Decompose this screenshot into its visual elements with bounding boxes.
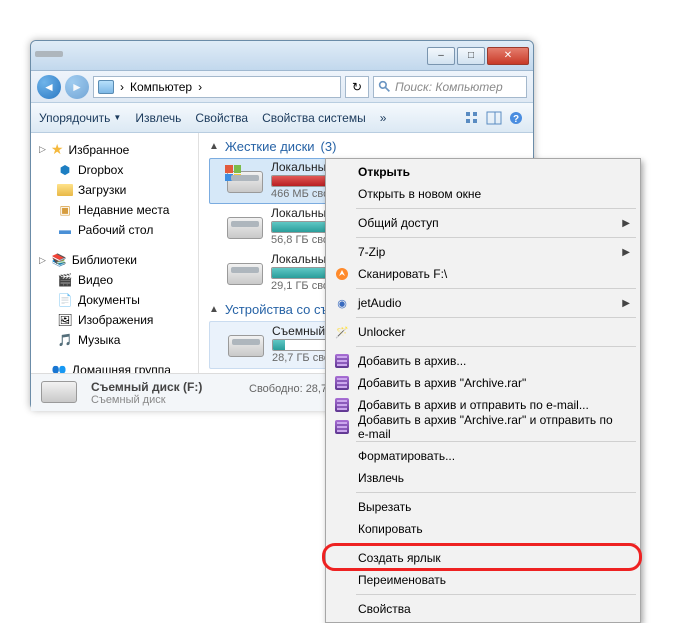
back-button[interactable]: ◄ [37,75,61,99]
extract-button[interactable]: Извлечь [135,111,181,125]
search-icon [378,80,391,93]
status-free-label: Свободно: [249,383,303,395]
breadcrumb-sep: › [198,80,202,94]
libraries-icon: 📚 [51,252,67,268]
status-subtitle: Съемный диск [91,394,202,406]
jetaudio-icon: ◉ [334,295,350,311]
computer-icon [98,80,114,94]
unlocker-icon: 🪄 [334,324,350,340]
rar-icon [334,419,350,435]
cm-rename[interactable]: Переименовать [328,569,638,591]
drive-icon [227,211,263,241]
cm-jetaudio[interactable]: ◉jetAudio▶ [328,292,638,314]
maximize-button[interactable]: □ [457,47,485,65]
rar-icon [334,353,350,369]
avast-icon [334,266,350,282]
cm-format[interactable]: Форматировать... [328,445,638,467]
cm-create-shortcut[interactable]: Создать ярлык [328,547,638,569]
preview-pane-button[interactable] [485,109,503,127]
recent-icon: ▣ [57,202,73,218]
video-icon: 🎬 [57,272,73,288]
cm-separator [356,237,636,238]
breadcrumb-sep: › [120,80,124,94]
properties-button[interactable]: Свойства [195,111,248,125]
sidebar-item-desktop[interactable]: ▬Рабочий стол [31,220,198,240]
cm-share[interactable]: Общий доступ▶ [328,212,638,234]
status-title: Съемный диск (F:) [91,380,202,394]
cm-scan[interactable]: Сканировать F:\ [328,263,638,285]
close-button[interactable]: ✕ [487,47,529,65]
sidebar-item-video[interactable]: 🎬Видео [31,270,198,290]
refresh-button[interactable]: ↻ [345,76,369,98]
status-drive-icon [41,379,81,407]
homegroup-header[interactable]: ▷👥Домашняя группа [31,360,198,373]
desktop-icon: ▬ [57,222,73,238]
toolbar-overflow[interactable]: » [380,111,387,125]
help-button[interactable]: ? [507,109,525,127]
toolbar: Упорядочить ▼ Извлечь Свойства Свойства … [31,103,533,133]
libraries-header[interactable]: ▷📚Библиотеки [31,250,198,270]
downloads-icon [57,182,73,198]
cm-properties[interactable]: Свойства [328,598,638,620]
minimize-button[interactable]: – [427,47,455,65]
cm-separator [356,346,636,347]
drive-icon [228,329,264,359]
sidebar-item-documents[interactable]: 📄Документы [31,290,198,310]
sidebar-item-images[interactable]: 🖼Изображения [31,310,198,330]
submenu-arrow-icon: ▶ [622,218,630,229]
images-icon: 🖼 [57,312,73,328]
cm-separator [356,492,636,493]
sidebar: ▷★Избранное ⬢Dropbox Загрузки ▣Недавние … [31,133,199,373]
svg-text:?: ? [513,114,519,125]
context-menu: Открыть Открыть в новом окне Общий досту… [325,158,641,623]
sidebar-item-recent[interactable]: ▣Недавние места [31,200,198,220]
cm-7zip[interactable]: 7-Zip▶ [328,241,638,263]
cm-cut[interactable]: Вырезать [328,496,638,518]
cm-separator [356,441,636,442]
music-icon: 🎵 [57,332,73,348]
cm-separator [356,317,636,318]
titlebar: – □ ✕ [31,41,533,71]
hard-drives-header[interactable]: ▲Жесткие диски (3) [209,139,523,154]
search-placeholder: Поиск: Компьютер [395,80,503,94]
drive-icon [227,257,263,287]
cm-separator [356,594,636,595]
cm-copy[interactable]: Копировать [328,518,638,540]
submenu-arrow-icon: ▶ [622,298,630,309]
breadcrumb-root[interactable]: Компьютер [130,80,192,94]
drive-icon [227,165,263,195]
cm-separator [356,208,636,209]
dropbox-icon: ⬢ [57,162,73,178]
cm-add-named-archive[interactable]: Добавить в архив "Archive.rar" [328,372,638,394]
system-properties-button[interactable]: Свойства системы [262,111,366,125]
documents-icon: 📄 [57,292,73,308]
cm-eject[interactable]: Извлечь [328,467,638,489]
cm-open[interactable]: Открыть [328,161,638,183]
address-bar: ◄ ► › Компьютер › ↻ Поиск: Компьютер [31,71,533,103]
cm-unlocker[interactable]: 🪄Unlocker [328,321,638,343]
search-input[interactable]: Поиск: Компьютер [373,76,527,98]
sidebar-item-downloads[interactable]: Загрузки [31,180,198,200]
sidebar-item-music[interactable]: 🎵Музыка [31,330,198,350]
star-icon: ★ [51,141,64,158]
cm-add-named-archive-email[interactable]: Добавить в архив "Archive.rar" и отправи… [328,416,638,438]
organize-menu[interactable]: Упорядочить ▼ [39,111,121,125]
cm-add-archive[interactable]: Добавить в архив... [328,350,638,372]
submenu-arrow-icon: ▶ [622,247,630,258]
cm-open-new-window[interactable]: Открыть в новом окне [328,183,638,205]
rar-icon [334,397,350,413]
sidebar-item-dropbox[interactable]: ⬢Dropbox [31,160,198,180]
cm-separator [356,288,636,289]
breadcrumb[interactable]: › Компьютер › [93,76,341,98]
favorites-header[interactable]: ▷★Избранное [31,139,198,160]
cm-separator [356,543,636,544]
rar-icon [334,375,350,391]
homegroup-icon: 👥 [51,362,67,373]
forward-button[interactable]: ► [65,75,89,99]
view-button[interactable] [463,109,481,127]
